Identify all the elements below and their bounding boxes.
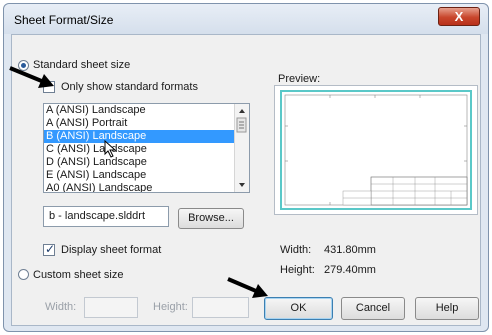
height-label: Height:: [280, 264, 315, 276]
scrollbar-arrows-icon: [236, 109, 247, 187]
title-bar: Sheet Format/Size X: [4, 4, 488, 34]
sheet-size-option[interactable]: B (ANSI) Landscape: [44, 130, 249, 143]
annotation-arrow-icon: [9, 66, 54, 88]
display-format-checkbox[interactable]: [43, 242, 55, 256]
preview-label: Preview:: [278, 73, 321, 85]
sheet-size-list[interactable]: A (ANSI) Landscape A (ANSI) Portrait B (AN…: [43, 103, 250, 193]
custom-size-label: Custom sheet size: [33, 269, 124, 281]
display-format-label: Display sheet format: [61, 244, 162, 256]
sheet-size-option[interactable]: A (ANSI) Portrait: [44, 117, 249, 130]
sheet-size-option[interactable]: C (ANSI) Landscape: [44, 143, 249, 156]
sheet-size-option[interactable]: A0 (ANSI) Landscape: [44, 182, 249, 192]
list-scrollbar[interactable]: [234, 104, 249, 192]
width-label: Width:: [280, 244, 312, 256]
ok-button[interactable]: OK: [264, 297, 333, 320]
only-standard-label: Only show standard formats: [61, 81, 198, 93]
cancel-button[interactable]: Cancel: [341, 297, 405, 320]
custom-size-radio[interactable]: [18, 269, 29, 280]
browse-button[interactable]: Browse...: [178, 208, 244, 229]
custom-height-label: Height:: [153, 301, 188, 313]
help-button[interactable]: Help: [415, 297, 479, 320]
preview-panel: [274, 85, 478, 215]
height-value: 279.40mm: [324, 264, 376, 276]
custom-width-field[interactable]: [84, 297, 138, 318]
format-file-field[interactable]: b - landscape.slddrt: [43, 206, 169, 227]
sheet-size-option[interactable]: D (ANSI) Landscape: [44, 156, 249, 169]
dialog-title: Sheet Format/Size: [14, 13, 114, 27]
width-value: 431.80mm: [324, 244, 376, 256]
close-button[interactable]: X: [438, 7, 480, 26]
annotation-arrow-icon: [227, 277, 268, 298]
sheet-size-option[interactable]: A (ANSI) Landscape: [44, 104, 249, 117]
custom-width-label: Width:: [45, 301, 77, 313]
mouse-pointer-icon: [104, 140, 117, 158]
sheet-preview-image: [280, 90, 472, 210]
sheet-size-option[interactable]: E (ANSI) Landscape: [44, 169, 249, 182]
